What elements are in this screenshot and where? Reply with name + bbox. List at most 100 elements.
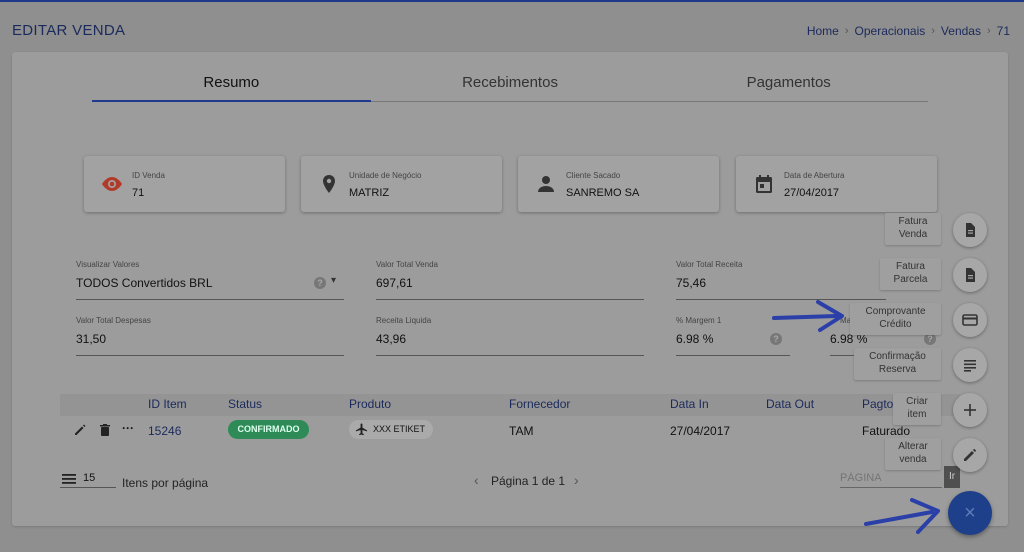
breadcrumb-home[interactable]: Home [807, 24, 839, 38]
prev-page-icon[interactable]: ‹ [474, 472, 479, 488]
page-size-label: Itens por página [122, 476, 209, 490]
valor-total-venda-field[interactable]: Valor Total Venda 697,61 [376, 260, 644, 300]
valor-total-receita-field[interactable]: Valor Total Receita 75,46 [676, 260, 886, 300]
help-icon[interactable]: ? [314, 277, 326, 289]
menu-lines-icon [62, 474, 76, 484]
column-header-produto[interactable]: Produto [349, 397, 391, 411]
tab-recebimentos[interactable]: Recebimentos [371, 72, 650, 101]
receita-liquida-field[interactable]: Receita Liquida 43,96 [376, 316, 644, 356]
fab-tooltip-comprovante-credito: Comprovante Crédito [850, 303, 941, 335]
top-accent-line [0, 0, 1024, 2]
location-pin-icon [323, 175, 335, 193]
breadcrumb-vendas[interactable]: Vendas [941, 24, 981, 38]
status-badge: CONFIRMADO [228, 420, 309, 439]
breadcrumb-separator: › [931, 25, 935, 37]
column-header-fornecedor[interactable]: Fornecedor [509, 397, 570, 411]
breadcrumb-current: 71 [996, 24, 1010, 38]
tooltip-line: Reserva [878, 364, 917, 375]
pencil-icon[interactable] [73, 423, 87, 437]
field-value: 6.98 % [676, 332, 714, 346]
field-label: % Margem 1 [676, 316, 722, 325]
tooltip-line: Comprovante [865, 306, 926, 317]
trash-icon[interactable] [98, 423, 112, 437]
info-card-value: MATRIZ [349, 187, 390, 199]
field-value: 43,96 [376, 332, 407, 346]
tab-bar: Resumo Recebimentos Pagamentos [92, 72, 928, 102]
field-label: Valor Total Venda [376, 260, 438, 269]
column-header-data-in[interactable]: Data In [670, 397, 709, 411]
tooltip-line: Venda [898, 229, 928, 240]
next-page-icon[interactable]: › [574, 472, 579, 488]
tooltip-line: Parcela [893, 274, 928, 285]
breadcrumb: Home › Operacionais › Vendas › 71 [807, 24, 1010, 38]
document-icon [966, 223, 975, 237]
page-size-value: 15 [83, 472, 96, 484]
tooltip-line: Crédito [879, 319, 912, 330]
fab-confirmacao-reserva-button[interactable] [953, 348, 987, 382]
product-chip: XXX ETIKET [349, 420, 433, 439]
info-card-label: Cliente Sacado [566, 171, 621, 180]
field-label: Receita Liquida [376, 316, 432, 325]
page-title: EDITAR VENDA [12, 22, 126, 39]
page-size-select[interactable]: 15 [60, 470, 116, 488]
plus-icon [964, 404, 976, 416]
breadcrumb-separator: › [844, 25, 849, 37]
eye-icon [102, 177, 122, 191]
page-indicator: Página 1 de 1 [491, 474, 566, 488]
field-label: Valor Total Despesas [76, 316, 151, 325]
person-icon [538, 176, 554, 192]
fab-fatura-venda-button[interactable] [953, 213, 987, 247]
field-value: 697,61 [376, 276, 413, 290]
field-value: 75,46 [676, 276, 707, 290]
column-header-id-item[interactable]: ID Item [148, 397, 187, 411]
chevron-down-icon[interactable]: ▾ [331, 275, 336, 286]
fab-tooltip-fatura-venda: Fatura Venda [885, 213, 941, 245]
airplane-icon [355, 423, 368, 436]
annotation-arrow-icon [864, 498, 940, 534]
visualizar-valores-select[interactable]: Visualizar Valores TODOS Convertidos BRL… [76, 260, 344, 300]
annotation-arrow-icon [772, 300, 844, 332]
pagto-cell: Faturado [862, 424, 911, 438]
tab-pagamentos[interactable]: Pagamentos [649, 72, 928, 101]
notes-icon [964, 360, 976, 372]
document-icon [966, 268, 975, 282]
breadcrumb-operacionais[interactable]: Operacionais [855, 24, 926, 38]
tooltip-line: venda [899, 454, 927, 465]
field-label: Visualizar Valores [76, 260, 140, 269]
valor-total-despesas-field[interactable]: Valor Total Despesas 31,50 [76, 316, 344, 356]
fab-criar-item-button[interactable] [953, 393, 987, 427]
info-card-label: Unidade de Negócio [349, 171, 422, 180]
breadcrumb-separator: › [986, 25, 991, 37]
tooltip-line: Confirmação [869, 351, 926, 362]
fab-comprovante-credito-button[interactable] [953, 303, 987, 337]
fab-alterar-venda-button[interactable] [953, 438, 987, 472]
calendar-icon [756, 175, 772, 193]
column-header-pagto[interactable]: Pagto [862, 397, 893, 411]
info-card-label: Data de Abertura [784, 171, 845, 180]
fab-fatura-parcela-button[interactable] [953, 258, 987, 292]
info-card-cliente: Cliente Sacado SANREMO SA [518, 156, 719, 212]
fab-tooltip-fatura-parcela: Fatura Parcela [880, 258, 941, 290]
field-value: 31,50 [76, 332, 107, 346]
pencil-icon [964, 448, 977, 461]
field-label: Valor Total Receita [676, 260, 743, 269]
goto-page-button[interactable]: Ir [944, 466, 960, 488]
tab-resumo[interactable]: Resumo [92, 72, 371, 102]
info-card-value: 27/04/2017 [784, 187, 840, 199]
fornecedor-cell: TAM [509, 424, 534, 438]
fab-main-close-button[interactable]: × [948, 491, 992, 535]
fab-tooltip-confirmacao-reserva: Confirmação Reserva [854, 348, 941, 380]
fab-tooltip-criar-item: Criar item [893, 393, 941, 425]
info-card-label: ID Venda [132, 171, 165, 180]
tooltip-line: Alterar [898, 441, 928, 452]
id-item-link[interactable]: 15246 [148, 424, 181, 438]
fab-tooltip-alterar-venda: Alterar venda [885, 438, 941, 470]
more-icon[interactable]: ··· [122, 421, 134, 435]
column-header-status[interactable]: Status [228, 397, 262, 411]
info-card-data-abertura: Data de Abertura 27/04/2017 [736, 156, 937, 212]
column-header-data-out[interactable]: Data Out [766, 397, 814, 411]
page-goto-input[interactable] [840, 468, 942, 488]
data-in-cell: 27/04/2017 [670, 424, 731, 438]
tooltip-line: Criar [906, 396, 928, 407]
tooltip-line: Fatura [898, 216, 928, 227]
